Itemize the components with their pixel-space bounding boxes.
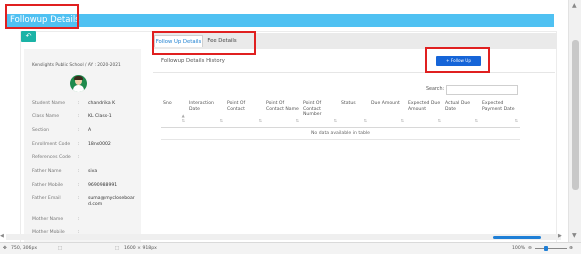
avatar: [70, 75, 87, 92]
sort-icon: ⇅: [437, 117, 441, 123]
info-label: References Code: [32, 155, 71, 160]
status-bar: ✥ 750, 306px ⬚ ⬚ 1600 × 918px 100% ⊖ ⊕: [0, 242, 581, 254]
col-header-interaction-date[interactable]: Interaction Date ⇅: [187, 99, 225, 128]
undo-arrow-icon: ↶: [25, 32, 32, 40]
section-title: Followup Details History: [161, 58, 225, 64]
info-value: siva: [88, 169, 98, 174]
sort-icon: ⇅: [295, 117, 299, 123]
info-colon: :: [78, 196, 80, 201]
table-row: No data available in table: [161, 127, 520, 140]
divider: [153, 72, 555, 73]
zoom-in-icon[interactable]: ⊕: [569, 246, 573, 252]
horizontal-scrollbar[interactable]: ◀ ▶: [0, 233, 562, 240]
col-header-label: Sno: [163, 101, 172, 106]
col-header-label: Expected Due Amount: [408, 101, 441, 112]
info-colon: :: [78, 114, 80, 119]
info-colon: :: [78, 128, 80, 133]
vertical-scroll-thumb[interactable]: [572, 40, 579, 190]
table-header-row: Sno ▲ ⇅ Interaction Date ⇅ Point Of Contact…: [161, 99, 520, 128]
info-value: A: [88, 128, 92, 133]
scroll-up-icon[interactable]: ▲: [572, 2, 577, 9]
info-label: Father Email: [32, 196, 61, 201]
info-colon: :: [78, 217, 80, 222]
col-header-status[interactable]: Status ⇅: [339, 99, 369, 128]
col-header-point-of-contact[interactable]: Point Of Contact ⇅: [225, 99, 264, 128]
col-header-actual-due-date[interactable]: Actual Due Date ⇅: [443, 99, 480, 128]
info-colon: :: [78, 155, 80, 160]
col-header-due-amount[interactable]: Due Amount ⇅: [369, 99, 406, 128]
followup-table: Sno ▲ ⇅ Interaction Date ⇅ Point Of Contact…: [161, 99, 520, 140]
info-colon: :: [78, 142, 80, 147]
sort-icon: ⇅: [333, 117, 337, 123]
sort-icon: ⇅: [258, 117, 262, 123]
col-header-point-of-contact-number[interactable]: Point Of Contact Number ⇅: [301, 99, 339, 128]
school-name: Kenslights Public School / AY : 2020-202…: [32, 63, 121, 68]
highlight-box-follow-up-button: [425, 47, 490, 73]
vertical-scrollbar[interactable]: ▲ ▼: [568, 0, 581, 242]
info-colon: :: [78, 169, 80, 174]
info-label: Section: [32, 128, 50, 133]
horizontal-scroll-thumb[interactable]: [493, 236, 541, 239]
selection-icon: ⬚: [58, 246, 63, 251]
highlight-box-title: [5, 4, 79, 29]
info-value: chandrika K: [88, 101, 116, 106]
col-header-label: Point Of Contact Number: [303, 101, 322, 118]
col-header-label: Status: [341, 101, 356, 106]
zoom-slider-knob[interactable]: [544, 246, 548, 251]
info-label: Student Name: [32, 101, 66, 106]
col-header-label: Point Of Contact Name: [266, 101, 299, 112]
scroll-down-icon[interactable]: ▼: [572, 232, 577, 239]
cursor-coords: 750, 306px: [11, 246, 38, 251]
empty-table-message: No data available in table: [161, 127, 520, 140]
page: Followup Details ↶ Kenslights Public Sch…: [0, 0, 568, 242]
col-header-label: Expected Payment Date: [482, 101, 515, 112]
info-label: Mother Name: [32, 217, 64, 222]
cursor-icon: ✥: [3, 246, 7, 251]
zoom-out-icon[interactable]: ⊖: [528, 246, 532, 252]
search-input[interactable]: [446, 85, 518, 95]
search-label: Search:: [426, 87, 445, 92]
sort-icon: ▲ ⇅: [181, 112, 185, 123]
sort-icon: ⇅: [400, 117, 404, 123]
info-value: suma@mycloseboard.com: [88, 196, 135, 207]
image-dimensions: 1600 × 918px: [124, 246, 157, 251]
col-header-sno[interactable]: Sno ▲ ⇅: [161, 99, 187, 128]
zoom-level: 100%: [512, 246, 526, 251]
sort-icon: ⇅: [514, 117, 518, 123]
info-colon: :: [78, 183, 80, 188]
info-label: Father Name: [32, 169, 62, 174]
scroll-left-icon[interactable]: ◀: [0, 233, 4, 239]
sort-icon: ⇅: [219, 117, 223, 123]
info-colon: :: [78, 101, 80, 106]
scroll-right-icon[interactable]: ▶: [558, 233, 562, 239]
col-header-label: Interaction Date: [189, 101, 214, 112]
dimension-icon: ⬚: [115, 246, 120, 251]
info-label: Enrollment Code: [32, 142, 71, 147]
info-value: KL Class-1: [88, 114, 112, 119]
sort-icon: ⇅: [363, 117, 367, 123]
page-header-bar: [7, 14, 554, 27]
col-header-label: Point Of Contact: [227, 101, 246, 112]
col-header-label: Due Amount: [371, 101, 400, 106]
info-value: 9690988991: [88, 183, 118, 188]
highlight-box-tabs: [152, 31, 256, 55]
info-value: 18ns0002: [88, 142, 111, 147]
back-button[interactable]: ↶: [21, 31, 36, 42]
info-label: Father Mobile: [32, 183, 63, 188]
col-header-expected-due-amount[interactable]: Expected Due Amount ⇅: [406, 99, 443, 128]
sort-icon: ⇅: [474, 117, 478, 123]
col-header-label: Actual Due Date: [445, 101, 471, 112]
col-header-point-of-contact-name[interactable]: Point Of Contact Name ⇅: [264, 99, 301, 128]
info-label: Class Name: [32, 114, 60, 119]
zoom-slider[interactable]: [535, 248, 567, 249]
col-header-expected-payment-date[interactable]: Expected Payment Date ⇅: [480, 99, 520, 128]
